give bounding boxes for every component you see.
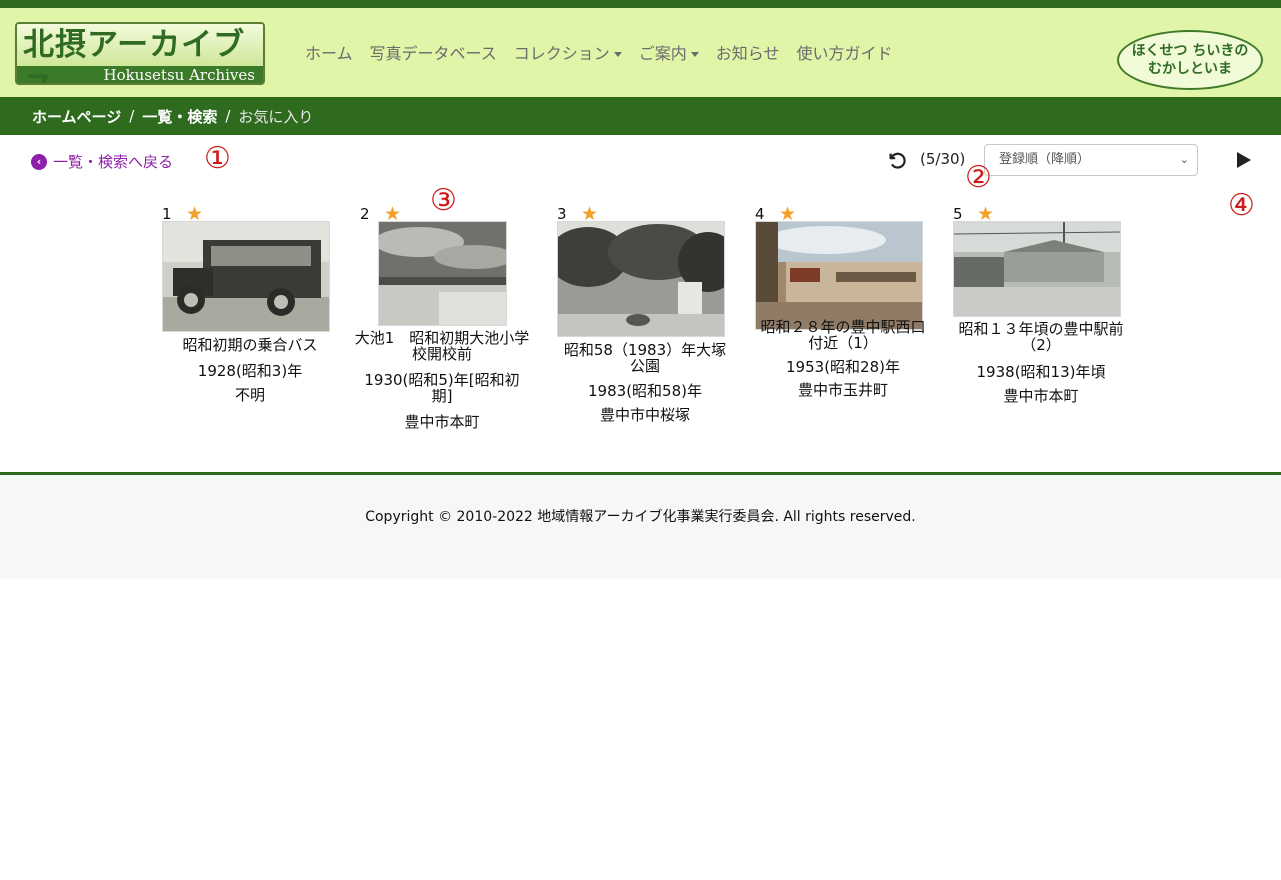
- nav-collection-dropdown[interactable]: コレクション: [514, 40, 622, 64]
- card-date: 1938(昭和13)年頃: [976, 363, 1106, 381]
- card-date: 1930(昭和5)年[昭和初期]: [364, 371, 520, 405]
- badge-line-1: ほくせつ ちいきの: [1131, 43, 1249, 59]
- chevron-left-circle-icon: ‹: [31, 153, 47, 170]
- card-title: 昭和初期の乗合バス: [182, 336, 318, 354]
- card-date: 1953(昭和28)年: [786, 358, 900, 376]
- card-location: 豊中市本町: [1003, 387, 1079, 405]
- badge-line-2: むかしといま: [1148, 61, 1232, 77]
- breadcrumb-separator: /: [129, 107, 135, 125]
- card-date: 1928(昭和3)年: [197, 362, 303, 380]
- nav-usage-guide[interactable]: 使い方ガイド: [796, 40, 892, 64]
- nav-news[interactable]: お知らせ: [716, 40, 780, 64]
- then-and-now-badge[interactable]: ほくせつ ちいきの むかしといま: [1117, 30, 1263, 90]
- card-location: 不明: [234, 386, 265, 404]
- favorites-grid: ③ ④ 1 ★ 昭和初期の乗合バス 1928(昭和3)年 不明 2 ★ 大池1 …: [0, 186, 1281, 470]
- nav-home[interactable]: ホーム: [305, 40, 353, 64]
- favorites-count: (5/30): [920, 150, 966, 168]
- chevron-down-icon: ⌄: [1179, 153, 1189, 166]
- sort-selected-value: 登録順（降順）: [999, 152, 1091, 167]
- card-title: 大池1 昭和初期大池小学校開校前: [354, 329, 530, 363]
- card-title: 昭和２８年の豊中駅西口付近（1）: [760, 318, 926, 352]
- bus-photo-thumbnail[interactable]: [162, 221, 330, 332]
- card-location: 豊中市本町: [404, 413, 480, 431]
- card-title: 昭和１３年頃の豊中駅前（2）: [958, 320, 1124, 354]
- play-slideshow-icon[interactable]: [1237, 152, 1251, 168]
- breadcrumb-home[interactable]: ホームページ: [32, 106, 121, 127]
- caret-down-icon: [613, 52, 622, 57]
- nav-guide-label: ご案内: [638, 44, 687, 63]
- back-link-label: 一覧・検索へ戻る: [53, 153, 174, 171]
- annotation-marker-4: ④: [1228, 188, 1255, 223]
- site-footer: Copyright © 2010-2022 地域情報アーカイブ化事業実行委員会.…: [0, 472, 1281, 579]
- nav-collection-label: コレクション: [513, 44, 610, 63]
- nav-photo-database[interactable]: 写真データベース: [370, 40, 497, 64]
- breadcrumb-list-search[interactable]: 一覧・検索: [142, 106, 217, 127]
- site-header: 北摂アーカイブス Hokusetsu Archives ホーム 写真データベース…: [0, 8, 1281, 97]
- sort-order-select[interactable]: 登録順（降順） ⌄: [984, 144, 1198, 176]
- park-photo-thumbnail[interactable]: [557, 221, 725, 337]
- site-logo[interactable]: 北摂アーカイブス Hokusetsu Archives: [15, 22, 265, 85]
- pond-photo-thumbnail[interactable]: [378, 221, 507, 326]
- main-nav: ホーム 写真データベース コレクション ご案内 お知らせ 使い方ガイド: [305, 40, 909, 64]
- annotation-marker-2: ②: [965, 160, 992, 195]
- annotation-marker-3: ③: [430, 183, 457, 218]
- card-location: 豊中市中桜塚: [599, 406, 690, 424]
- copyright-text: Copyright © 2010-2022 地域情報アーカイブ化事業実行委員会.…: [365, 509, 916, 525]
- card-date: 1983(昭和58)年: [588, 382, 702, 400]
- station-west-photo-thumbnail[interactable]: [755, 221, 923, 330]
- caret-down-icon: [690, 52, 699, 57]
- back-to-list-link[interactable]: ‹ 一覧・検索へ戻る: [31, 151, 173, 172]
- card-location: 豊中市玉井町: [797, 381, 888, 399]
- card-title: 昭和58（1983）年大塚公園: [563, 341, 727, 375]
- breadcrumb-favorites: お気に入り: [238, 107, 314, 126]
- reset-icon[interactable]: [886, 149, 908, 171]
- nav-guide-dropdown[interactable]: ご案内: [639, 40, 699, 64]
- annotation-marker-1: ①: [204, 141, 231, 176]
- logo-japanese-text: 北摂アーカイブス: [17, 24, 263, 83]
- station-front-photo-thumbnail[interactable]: [953, 221, 1121, 317]
- favorites-toolbar: ‹ 一覧・検索へ戻る ① (5/30) 登録順（降順） ⌄ ②: [0, 135, 1281, 195]
- breadcrumb: ホームページ / 一覧・検索 / お気に入り: [0, 97, 1281, 135]
- breadcrumb-separator: /: [225, 107, 231, 125]
- top-stripe: [0, 0, 1281, 8]
